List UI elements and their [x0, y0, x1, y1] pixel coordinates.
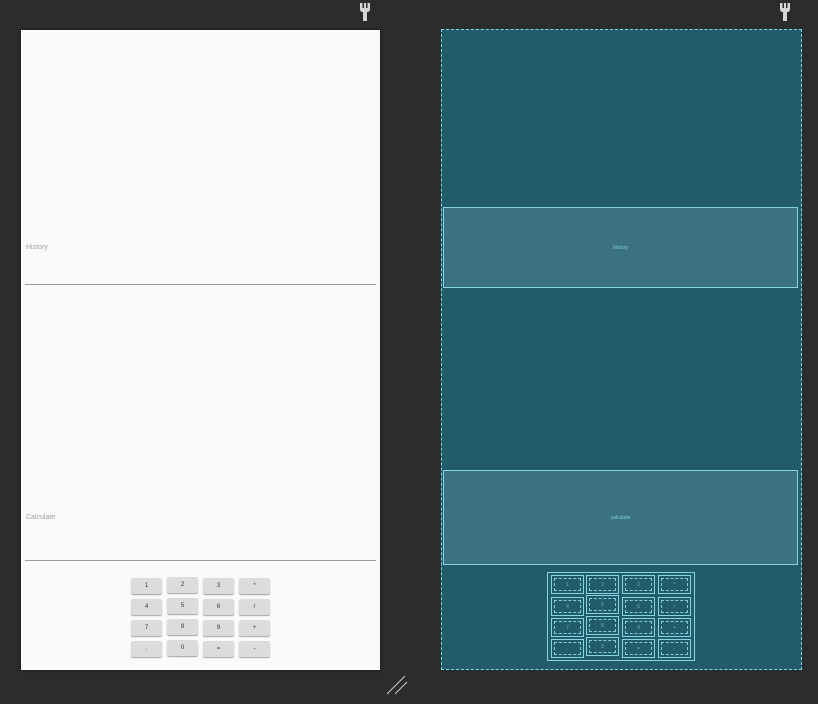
bp-key-8[interactable]: 8: [586, 616, 619, 635]
bp-key-4[interactable]: 4: [551, 597, 584, 616]
key-8[interactable]: 8: [167, 619, 198, 635]
key-multiply[interactable]: *: [239, 578, 270, 594]
key-dot[interactable]: .: [131, 641, 162, 657]
design-view[interactable]: History Calculate 1 2 3 * 4 5 6 / 7 8 9 …: [21, 30, 380, 670]
bp-key-multiply[interactable]: *: [658, 575, 691, 594]
key-1[interactable]: 1: [131, 578, 162, 594]
key-divide[interactable]: /: [239, 599, 270, 615]
bp-key-divide[interactable]: /: [658, 597, 691, 616]
key-equals[interactable]: =: [203, 641, 234, 657]
blueprint-wrench-icon[interactable]: [779, 2, 791, 22]
bp-key-dot[interactable]: .: [551, 639, 584, 658]
key-5[interactable]: 5: [167, 598, 198, 614]
bp-key-2[interactable]: 2: [586, 575, 619, 594]
bp-key-6[interactable]: 6: [622, 597, 655, 616]
key-7[interactable]: 7: [131, 620, 162, 636]
bp-key-5[interactable]: 5: [586, 595, 619, 614]
bp-key-1[interactable]: 1: [551, 575, 584, 594]
key-plus[interactable]: +: [239, 620, 270, 636]
bp-key-minus[interactable]: -: [658, 639, 691, 658]
bp-key-7[interactable]: 7: [551, 618, 584, 637]
bp-key-3[interactable]: 3: [622, 575, 655, 594]
blueprint-history-edittext[interactable]: history: [443, 207, 798, 288]
blueprint-calculate-edittext[interactable]: calculate: [443, 470, 798, 565]
bp-key-plus[interactable]: +: [658, 618, 691, 637]
blueprint-keypad[interactable]: 1 2 3 * 4 5 6 / 7 8 9 + . 0 = -: [547, 572, 695, 661]
design-wrench-icon[interactable]: [359, 2, 371, 22]
blueprint-view[interactable]: history calculate 1 2 3 * 4 5 6 / 7 8 9 …: [441, 29, 802, 670]
calculate-edittext[interactable]: [25, 486, 376, 562]
blueprint-history-label: history: [613, 244, 628, 251]
key-0[interactable]: 0: [167, 640, 198, 656]
bp-key-0[interactable]: 0: [586, 637, 619, 656]
bp-key-equals[interactable]: =: [622, 639, 655, 658]
key-2[interactable]: 2: [167, 577, 198, 593]
blueprint-calculate-label: calculate: [610, 514, 631, 521]
history-edittext[interactable]: [25, 220, 376, 286]
resize-handle-icon[interactable]: [385, 674, 409, 696]
key-6[interactable]: 6: [203, 599, 234, 615]
bp-key-9[interactable]: 9: [622, 618, 655, 637]
key-minus[interactable]: -: [239, 641, 270, 657]
key-3[interactable]: 3: [203, 578, 234, 594]
key-9[interactable]: 9: [203, 620, 234, 636]
key-4[interactable]: 4: [131, 599, 162, 615]
